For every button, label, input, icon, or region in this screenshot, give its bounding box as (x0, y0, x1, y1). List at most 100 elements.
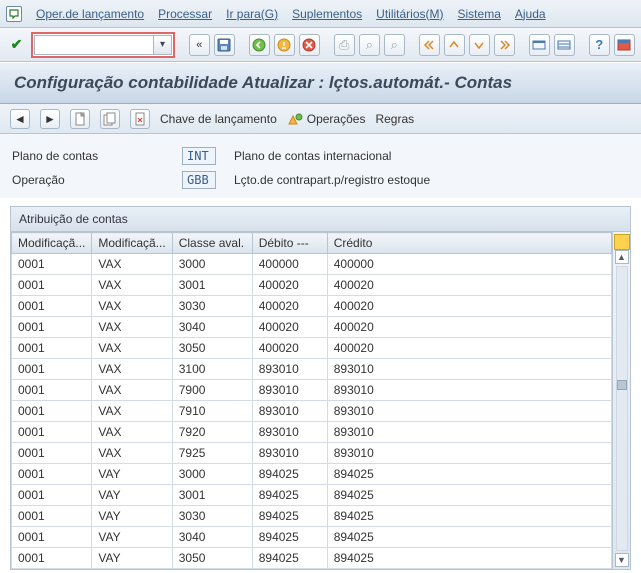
cell[interactable]: 400020 (252, 275, 327, 296)
cell[interactable]: 400020 (327, 275, 611, 296)
table-row[interactable]: 0001VAY3000894025894025 (12, 464, 612, 485)
prev-icon[interactable]: ◄ (10, 109, 30, 129)
cell[interactable]: 893010 (252, 380, 327, 401)
menu-processar[interactable]: Processar (158, 7, 212, 21)
cell[interactable]: 0001 (12, 506, 92, 527)
cell[interactable]: 893010 (252, 401, 327, 422)
session-list-icon[interactable] (554, 34, 575, 56)
cell[interactable]: 3040 (172, 527, 252, 548)
menu-utilitarios[interactable]: Utilitários(M) (376, 7, 443, 21)
cell[interactable]: VAX (92, 401, 172, 422)
enter-icon[interactable]: ✔ (6, 34, 27, 56)
col-class[interactable]: Classe aval. (172, 233, 252, 254)
table-row[interactable]: 0001VAX7900893010893010 (12, 380, 612, 401)
new-session-icon[interactable] (529, 34, 550, 56)
save-icon[interactable] (214, 34, 235, 56)
cell[interactable]: 893010 (327, 401, 611, 422)
cell[interactable]: 0001 (12, 422, 92, 443)
col-credit[interactable]: Crédito (327, 233, 611, 254)
cell[interactable]: 0001 (12, 254, 92, 275)
cell[interactable]: 894025 (252, 527, 327, 548)
scroll-up-icon[interactable]: ▲ (615, 250, 629, 264)
cell[interactable]: 0001 (12, 401, 92, 422)
cell[interactable]: 894025 (252, 464, 327, 485)
menu-ajuda[interactable]: Ajuda (515, 7, 546, 21)
table-row[interactable]: 0001VAX3001400020400020 (12, 275, 612, 296)
cell[interactable]: 3001 (172, 275, 252, 296)
table-row[interactable]: 0001VAY3050894025894025 (12, 548, 612, 569)
cell[interactable]: 3100 (172, 359, 252, 380)
cell[interactable]: 893010 (252, 359, 327, 380)
table-row[interactable]: 0001VAX7920893010893010 (12, 422, 612, 443)
cancel-icon[interactable] (299, 34, 320, 56)
find-icon[interactable]: ⌕ (359, 34, 380, 56)
cell[interactable]: VAY (92, 506, 172, 527)
cell[interactable]: VAY (92, 527, 172, 548)
cell[interactable]: 894025 (252, 506, 327, 527)
cell[interactable]: 893010 (327, 422, 611, 443)
cell[interactable]: 0001 (12, 380, 92, 401)
table-row[interactable]: 0001VAX7925893010893010 (12, 443, 612, 464)
find-next-icon[interactable]: ⌕ (384, 34, 405, 56)
cell[interactable]: 893010 (252, 443, 327, 464)
cell[interactable]: 7925 (172, 443, 252, 464)
cell[interactable]: 400020 (252, 317, 327, 338)
cell[interactable]: 0001 (12, 464, 92, 485)
table-row[interactable]: 0001VAX3040400020400020 (12, 317, 612, 338)
cell[interactable]: 7900 (172, 380, 252, 401)
table-settings-icon[interactable] (614, 234, 630, 250)
cell[interactable]: VAY (92, 548, 172, 569)
scrollbar-track[interactable] (616, 266, 628, 551)
next-icon[interactable]: ► (40, 109, 60, 129)
layout-icon[interactable] (614, 34, 635, 56)
help-icon[interactable]: ? (589, 34, 610, 56)
menu-sistema[interactable]: Sistema (458, 7, 501, 21)
cell[interactable]: VAX (92, 422, 172, 443)
delete-icon[interactable] (130, 109, 150, 129)
cell[interactable]: VAY (92, 464, 172, 485)
cell[interactable]: 893010 (327, 443, 611, 464)
cell[interactable]: 0001 (12, 275, 92, 296)
operations-button[interactable]: Operações (287, 112, 366, 126)
cell[interactable]: 0001 (12, 443, 92, 464)
cell[interactable]: VAY (92, 485, 172, 506)
cell[interactable]: 894025 (327, 506, 611, 527)
cell[interactable]: 0001 (12, 359, 92, 380)
cell[interactable]: VAX (92, 338, 172, 359)
table-row[interactable]: 0001VAX3050400020400020 (12, 338, 612, 359)
scrollbar-thumb[interactable] (617, 380, 627, 390)
cell[interactable]: 0001 (12, 296, 92, 317)
table-row[interactable]: 0001VAX3100893010893010 (12, 359, 612, 380)
cell[interactable]: 400020 (252, 338, 327, 359)
cell[interactable]: 3000 (172, 254, 252, 275)
page-first-icon[interactable] (419, 34, 440, 56)
cell[interactable]: VAX (92, 380, 172, 401)
cell[interactable]: 400020 (327, 338, 611, 359)
cell[interactable]: VAX (92, 275, 172, 296)
cell[interactable]: 3001 (172, 485, 252, 506)
menu-irpara[interactable]: Ir para(G) (226, 7, 278, 21)
cell[interactable]: 400000 (252, 254, 327, 275)
command-dropdown-icon[interactable]: ▾ (154, 35, 172, 55)
cell[interactable]: 7910 (172, 401, 252, 422)
cell[interactable]: 894025 (252, 485, 327, 506)
print-icon[interactable]: ⎙ (334, 34, 355, 56)
cell[interactable]: 0001 (12, 485, 92, 506)
cell[interactable]: 894025 (327, 464, 611, 485)
cell[interactable]: 894025 (327, 485, 611, 506)
col-debit[interactable]: Débito --- (252, 233, 327, 254)
exit-icon[interactable] (274, 34, 295, 56)
page-down-icon[interactable] (469, 34, 490, 56)
cell[interactable]: 894025 (327, 548, 611, 569)
table-row[interactable]: 0001VAX3000400000400000 (12, 254, 612, 275)
cell[interactable]: 7920 (172, 422, 252, 443)
cell[interactable]: 893010 (327, 359, 611, 380)
cell[interactable]: VAX (92, 296, 172, 317)
cell[interactable]: 3000 (172, 464, 252, 485)
posting-key-button[interactable]: Chave de lançamento (160, 112, 277, 126)
cell[interactable]: 0001 (12, 548, 92, 569)
cell[interactable]: 400000 (327, 254, 611, 275)
cell[interactable]: 3030 (172, 506, 252, 527)
cell[interactable]: VAX (92, 317, 172, 338)
scroll-down-icon[interactable]: ▼ (615, 553, 629, 567)
